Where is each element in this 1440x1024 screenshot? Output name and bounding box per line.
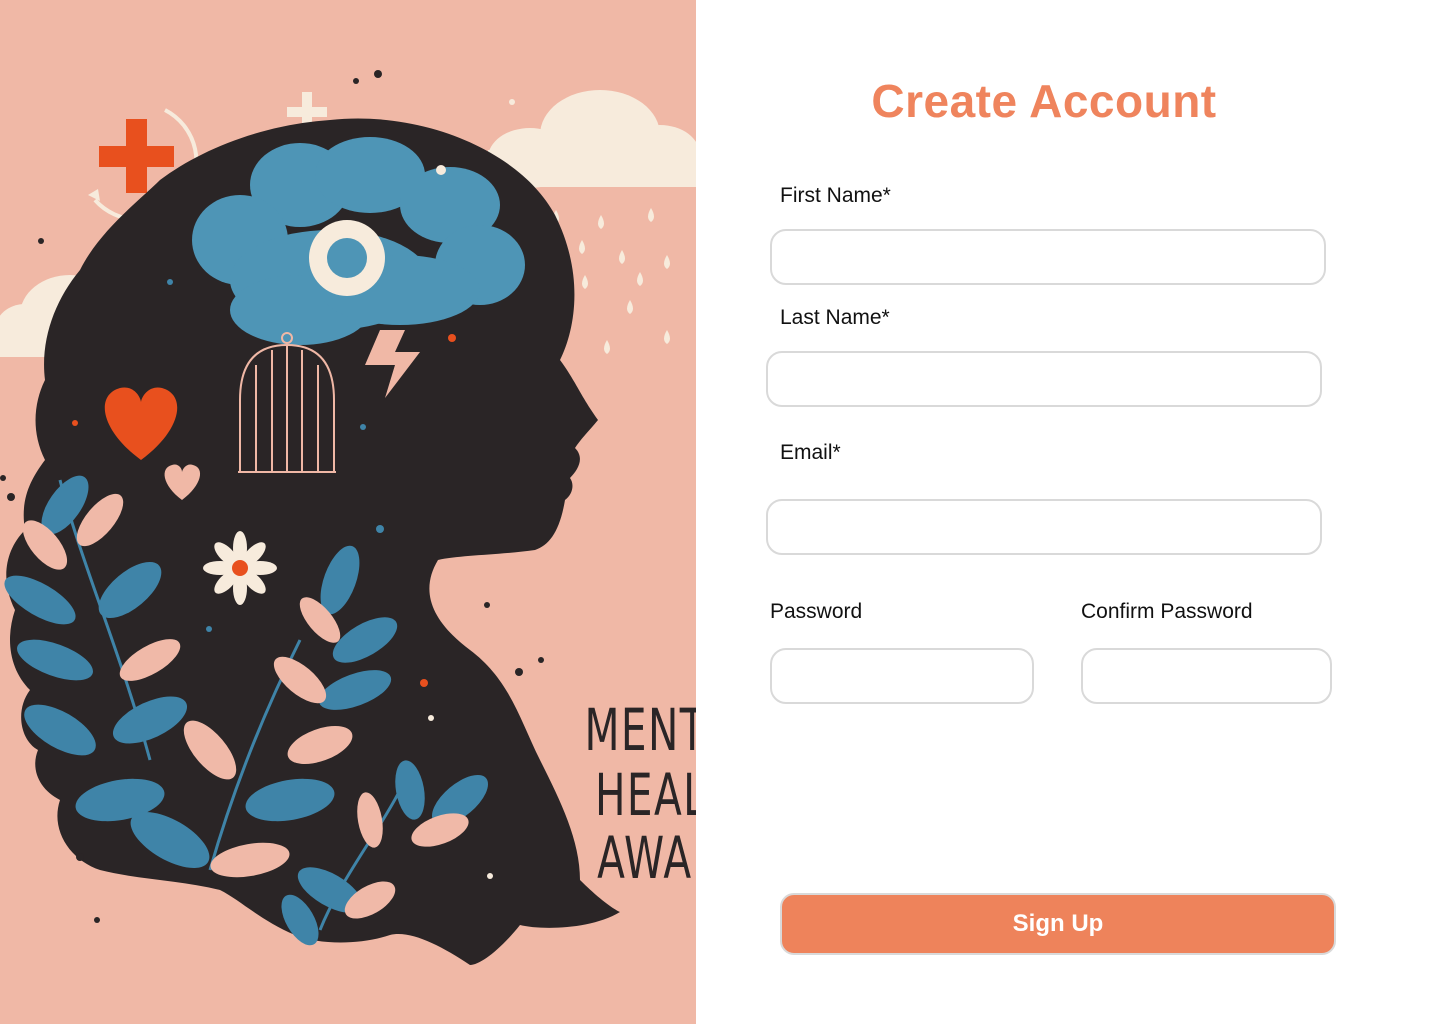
poster-text-line-3: AWARE: [597, 825, 696, 892]
first-name-input[interactable]: [770, 229, 1326, 285]
page-title: Create Account: [871, 75, 1217, 127]
last-name-input[interactable]: [766, 351, 1322, 407]
poster-text-line-1: MENTAL: [585, 697, 697, 764]
sign-up-button[interactable]: Sign Up: [780, 893, 1336, 955]
password-label: Password: [770, 600, 863, 623]
email-label: Email*: [780, 441, 841, 464]
mental-health-illustration: MENTAL HEALTH AWARE: [0, 70, 697, 966]
poster-text-line-2: HEALTH: [595, 762, 696, 829]
password-input[interactable]: [770, 648, 1034, 704]
email-input[interactable]: [766, 499, 1322, 555]
first-name-label: First Name*: [780, 184, 891, 207]
gear-icon: [309, 220, 385, 296]
poster-text: MENTAL HEALTH AWARE: [585, 697, 697, 892]
confirm-password-input[interactable]: [1081, 648, 1332, 704]
signup-form-panel: Create Account First Name* Last Name* Em…: [696, 0, 1440, 1024]
illustration-panel: MENTAL HEALTH AWARE: [0, 0, 696, 1024]
confirm-password-label: Confirm Password: [1081, 600, 1253, 623]
last-name-label: Last Name*: [780, 306, 890, 329]
